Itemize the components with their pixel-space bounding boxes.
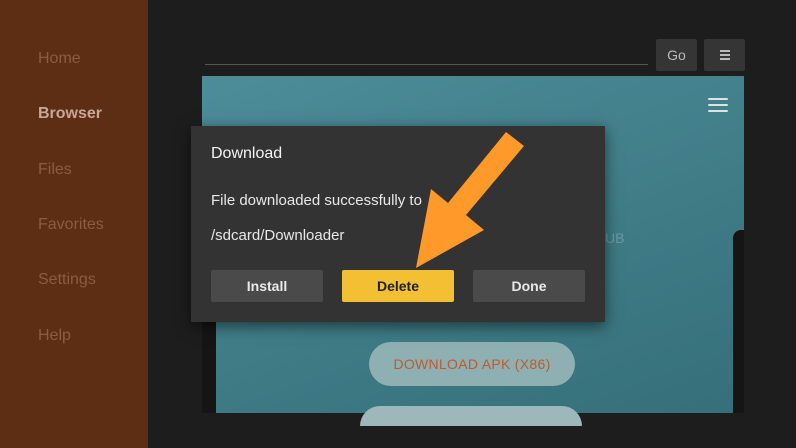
delete-button[interactable]: Delete xyxy=(342,270,454,302)
sidebar-item-browser[interactable]: Browser xyxy=(38,105,102,123)
phone-image-left xyxy=(202,320,216,413)
sidebar-item-settings[interactable]: Settings xyxy=(38,271,96,289)
dialog-title: Download xyxy=(211,145,283,162)
phone-image-right xyxy=(733,230,744,413)
hamburger-menu-icon xyxy=(719,50,730,60)
install-button[interactable]: Install xyxy=(211,270,323,302)
menu-button[interactable] xyxy=(704,39,745,71)
sidebar-item-favorites[interactable]: Favorites xyxy=(38,216,104,234)
go-button[interactable]: Go xyxy=(656,39,697,71)
sidebar-item-home[interactable]: Home xyxy=(38,50,81,68)
sidebar: Home Browser Files Favorites Settings He… xyxy=(0,0,148,448)
done-button[interactable]: Done xyxy=(473,270,585,302)
dialog-message: File downloaded successfully to xyxy=(211,192,422,209)
dialog-file-path: /sdcard/Downloader xyxy=(211,227,345,244)
download-apk-button[interactable]: DOWNLOAD APK (X86) xyxy=(369,342,575,386)
page-text-fragment: UB xyxy=(605,230,625,246)
hamburger-icon[interactable] xyxy=(708,98,728,112)
sidebar-item-files[interactable]: Files xyxy=(38,161,72,179)
sidebar-item-help[interactable]: Help xyxy=(38,327,71,345)
download-dialog: Download File downloaded successfully to… xyxy=(191,126,605,322)
url-input[interactable] xyxy=(205,64,648,65)
secondary-page-button[interactable] xyxy=(360,406,582,426)
